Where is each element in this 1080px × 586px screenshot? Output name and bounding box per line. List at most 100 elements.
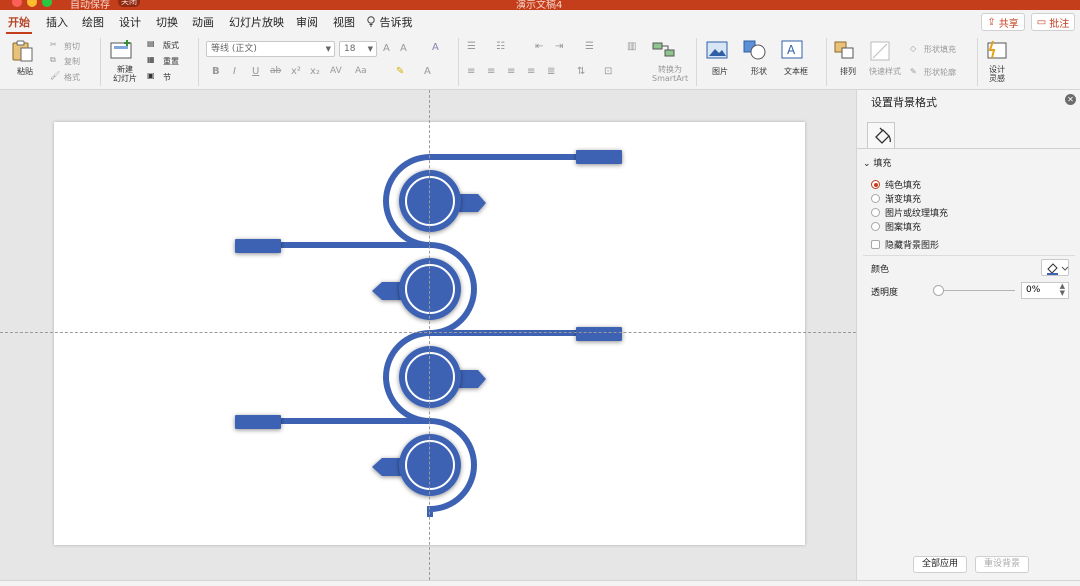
shape-outline-icon[interactable]: ✎ <box>910 67 917 76</box>
shape-fill-icon[interactable]: ◇ <box>910 44 916 53</box>
tab-view[interactable]: 视图 <box>333 14 355 30</box>
cut-icon[interactable]: ✂ <box>50 40 57 49</box>
italic-icon[interactable]: I <box>233 66 236 77</box>
close-window-icon[interactable] <box>12 0 22 7</box>
section-label[interactable]: 节 <box>163 72 171 83</box>
share-button[interactable]: ⇪ 共享 <box>981 13 1025 31</box>
fill-section-header[interactable]: ⌄ 填充 <box>863 156 891 169</box>
autosave-toggle[interactable]: 关闭 <box>118 0 140 7</box>
label-bar-4[interactable] <box>235 415 281 429</box>
tab-insert[interactable]: 插入 <box>46 14 68 30</box>
comment-button[interactable]: ▭ 批注 <box>1031 13 1075 31</box>
hide-bg-checkbox[interactable] <box>871 240 880 249</box>
layout-icon[interactable]: ▤ <box>147 39 155 48</box>
align-text-icon[interactable]: ⊡ <box>604 66 612 77</box>
tab-slideshow[interactable]: 幻灯片放映 <box>229 14 284 30</box>
circle-node-4[interactable] <box>399 434 461 496</box>
tab-draw[interactable]: 绘图 <box>82 14 104 30</box>
format-painter-icon[interactable]: 🖌 <box>50 71 60 80</box>
subscript-icon[interactable]: x₂ <box>310 66 320 77</box>
font-name-value: 等线 (正文) <box>211 44 257 54</box>
reset-label[interactable]: 重置 <box>163 56 179 67</box>
tab-transitions[interactable]: 切换 <box>156 14 178 30</box>
align-left-icon[interactable]: ≡ <box>467 66 475 77</box>
label-bar-2[interactable] <box>235 239 281 253</box>
label-bar-3[interactable] <box>576 327 622 341</box>
highlight-icon[interactable]: ✎ <box>396 66 404 77</box>
font-size-select[interactable]: 18 ▼ <box>339 41 377 57</box>
decrease-indent-icon[interactable]: ⇤ <box>535 41 543 52</box>
chevron-down-icon: ▼ <box>325 45 331 53</box>
tab-home[interactable]: 开始 <box>8 14 30 30</box>
new-slide-icon[interactable] <box>110 40 134 60</box>
transparency-input[interactable]: 0% ▲ ▼ <box>1021 282 1069 299</box>
superscript-icon[interactable]: x² <box>291 66 301 77</box>
align-right-icon[interactable]: ≡ <box>507 66 515 77</box>
stepper-icon[interactable]: ▲ ▼ <box>1060 283 1065 297</box>
char-spacing-icon[interactable]: AV <box>330 66 342 76</box>
strikethrough-icon[interactable]: ab <box>270 66 281 76</box>
divider <box>863 255 1075 256</box>
radio-solid-fill[interactable] <box>871 180 880 189</box>
font-color-icon[interactable]: A <box>424 66 431 77</box>
paste-icon[interactable] <box>11 40 35 62</box>
radio-gradient-fill[interactable] <box>871 194 880 203</box>
close-icon[interactable]: ✕ <box>1065 94 1076 105</box>
apply-all-button[interactable]: 全部应用 <box>913 556 967 573</box>
transparency-slider-thumb[interactable] <box>933 285 944 296</box>
radio-picture-fill[interactable] <box>871 208 880 217</box>
quick-styles-icon[interactable] <box>870 40 894 62</box>
circle-node-1[interactable] <box>399 170 461 232</box>
bullets-icon[interactable]: ☰ <box>467 41 476 52</box>
active-tab-indicator <box>6 32 32 34</box>
change-case-icon[interactable]: Aa <box>355 66 367 76</box>
circle-node-2[interactable] <box>399 258 461 320</box>
shape-icon[interactable] <box>743 39 767 61</box>
reset-background-button[interactable]: 重设背景 <box>975 556 1029 573</box>
textbox-icon[interactable]: A <box>781 40 803 60</box>
increase-font-icon[interactable]: A <box>383 43 390 54</box>
label-bar-1[interactable] <box>576 150 622 164</box>
tab-design[interactable]: 设计 <box>119 14 141 30</box>
designer-icon[interactable] <box>985 39 1009 61</box>
bold-icon[interactable]: B <box>212 66 220 77</box>
maximize-window-icon[interactable] <box>42 0 52 7</box>
divider <box>977 38 978 86</box>
decrease-font-icon[interactable]: A <box>400 43 407 54</box>
distributed-icon[interactable]: ≣ <box>547 66 555 77</box>
tell-me-search[interactable]: 告诉我 <box>366 14 413 30</box>
underline-icon[interactable]: U <box>252 66 259 77</box>
clear-format-icon[interactable]: A <box>432 42 439 53</box>
radio-pattern-fill[interactable] <box>871 222 880 231</box>
minimize-window-icon[interactable] <box>27 0 37 7</box>
text-direction-icon[interactable]: ⇅ <box>577 66 585 77</box>
increase-indent-icon[interactable]: ⇥ <box>555 41 563 52</box>
tab-review[interactable]: 审阅 <box>296 14 318 30</box>
divider <box>696 38 697 86</box>
copy-icon[interactable]: ⧉ <box>50 55 56 65</box>
fill-tab[interactable] <box>867 122 895 148</box>
section-icon[interactable]: ▣ <box>147 71 155 80</box>
font-name-select[interactable]: 等线 (正文) ▼ <box>206 41 335 57</box>
color-picker-button[interactable] <box>1041 259 1069 276</box>
shape-fill-label[interactable]: 形状填充 <box>924 44 956 55</box>
shape-outline-label[interactable]: 形状轮廓 <box>924 67 956 78</box>
arrange-icon[interactable] <box>834 41 858 61</box>
layout-label[interactable]: 版式 <box>163 40 179 51</box>
smartart-label: 转换为 SmartArt <box>652 65 689 83</box>
horizontal-guide[interactable] <box>0 332 856 333</box>
justify-icon[interactable]: ≡ <box>527 66 535 77</box>
columns-icon[interactable]: ▥ <box>627 41 636 52</box>
circle-node-3[interactable] <box>399 346 461 408</box>
transparency-label: 透明度 <box>871 288 899 298</box>
reset-icon[interactable]: ▦ <box>147 55 155 64</box>
vertical-guide[interactable] <box>429 90 430 580</box>
align-center-icon[interactable]: ≡ <box>487 66 495 77</box>
line-spacing-icon[interactable]: ☰ <box>585 41 594 52</box>
smartart-icon[interactable] <box>652 40 676 60</box>
tab-animations[interactable]: 动画 <box>192 14 214 30</box>
numbering-icon[interactable]: ☷ <box>496 41 505 52</box>
picture-icon[interactable] <box>706 40 730 60</box>
gradient-fill-label: 渐变填充 <box>885 195 922 205</box>
transparency-slider[interactable] <box>937 290 1015 291</box>
